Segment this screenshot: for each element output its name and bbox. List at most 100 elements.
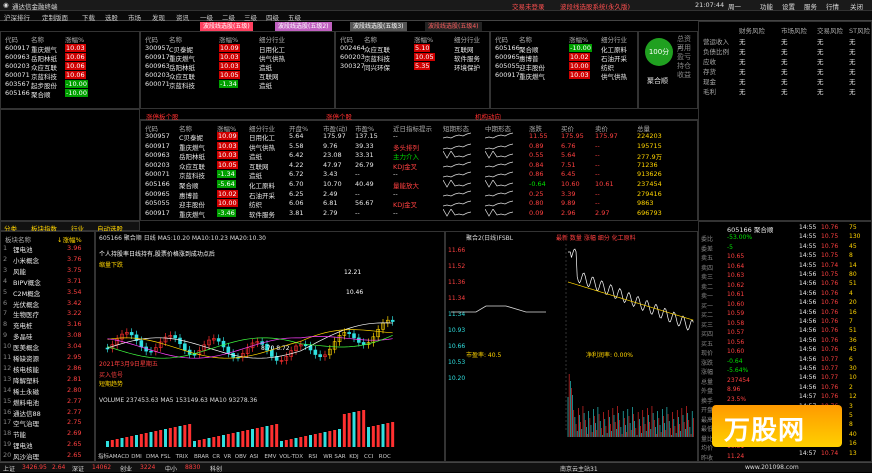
list-item[interactable]: 3 风能 3.75 [1,266,94,276]
list-item[interactable]: 14 稀土永磁 2.80 [1,385,94,396]
volume-bar [135,435,138,447]
login-status[interactable]: 交易未登录 [512,1,545,11]
table-row[interactable]: 600963 岳阳林纸 10.03 造纸 6.42 23.08 33.31 主力介入 0.55 5… [141,151,697,162]
cell: -- [393,132,398,140]
table-row[interactable]: 600917 重庆燃气 10.03 供气供热 5.58 9.76 39.33 多头排列 0.89… [141,141,697,152]
cell: -- [595,199,600,208]
candle-body [303,344,308,347]
tick-volume: 12 [849,393,857,401]
table-row[interactable]: 600917 重庆燃气 10.03 [1,44,139,54]
list-item[interactable]: 8 充电桩 3.16 [1,320,94,330]
cell: 供气供热 [249,143,275,152]
list-item[interactable]: 5 C2M概念 3.54 [1,288,94,298]
table-row[interactable]: 600071 京蓝科技 -1.34 造纸 6.72 3.43 -- -- 0.86 6.45 -- 9… [141,170,697,180]
table-row[interactable]: 600965 惠博普 10.02 石油开采 6.25 2.49 -- -- 0.25 3.39 --… [141,189,697,200]
table-row[interactable]: 600917 重庆燃气 10.03 供气供热 [491,71,637,81]
table-row[interactable]: 603567 起步股份 -10.00 [1,80,139,90]
list-item[interactable]: 2 小米概念 3.76 [1,255,94,265]
industry: 环境保护 [454,64,480,72]
tick-time: 14:55 [799,224,817,231]
table-row[interactable]: 300957 C贝泰妮 10.09 日用化工 5.64 175.97 137.15 -- 11.… [141,132,697,142]
sector-name: 锂电池 [13,246,33,254]
sector-list: 板块名称 ↓涨幅% 1 锂电池 3.96 2 小米概念 3.76 3 风能 3.75 4 BIPV概念 3… [0,231,95,462]
status-item: 14062 [92,464,112,471]
sector-name: 光伏概念 [13,300,39,309]
table-row[interactable]: 600917 重庆燃气 -3.46 软件服务 3.81 2.79 -- -- 0.09 2.96 2… [141,208,697,219]
list-item[interactable]: 20 风沙治理 2.65 [1,451,94,461]
cell: -- [595,189,600,198]
cell: 11.55 [529,132,548,140]
price-mid: 10.46 [346,289,363,296]
table-row[interactable]: 605166 聚合顺 -5.64 化工原料 6.70 10.70 40.49 量能放大 -0.6… [141,180,697,190]
cell: 3.81 [289,208,304,217]
tab-3[interactable]: 波段线选股(五级3) [350,22,407,31]
price-axis-label: 10.53 [448,359,465,366]
table-row[interactable]: 605055 迎丰股份 10.00 纺织 [491,62,637,72]
cell: 造纸 [249,153,262,162]
table-row[interactable]: 600203 众应互联 10.05 互联网 4.22 47.97 26.79 KDJ金叉 0.8… [141,160,697,171]
list-item[interactable]: 12 核电核能 2.86 [1,364,94,374]
tick-time: 14:56 [799,318,817,325]
ob-label: 委差 [701,245,714,253]
tick-price: 10.76 [821,242,839,250]
cell: 互联网 [249,162,269,171]
table-row[interactable]: 600203 众应互联 10.05 互联网 [141,71,334,81]
ctrl-close[interactable]: 关闭 [850,1,863,11]
window-title: 通达信金融终端 [12,3,58,11]
list-item[interactable]: 15 燃料电池 2.77 [1,397,94,407]
table-row[interactable]: 300957 C贝泰妮 10.09 日用化工 [141,44,334,54]
table-row[interactable]: 600963 岳阳林纸 10.06 [1,53,139,63]
tick-time: 14:56 [799,383,817,391]
table-row[interactable]: 600071 京蓝科技 10.06 [1,71,139,81]
table-row[interactable]: 605055 迎丰股份 10.00 纺织 6.06 6.81 56.67 KDJ金叉 0.80 9… [141,199,697,209]
table-row[interactable]: 605166 聚合顺 -10.00 [1,89,139,99]
list-item[interactable]: 4 BIPV概念 3.71 [1,276,94,287]
volume-bar [236,432,240,447]
table-row[interactable]: 300327 同兴环保 5.35 环境保护 [336,62,489,72]
table-row[interactable]: 600917 重庆燃气 10.03 供气供热 [141,53,334,63]
tab-4[interactable]: 波段线选股(五级4) [425,22,482,31]
list-item[interactable]: 18 节能 2.69 [1,429,94,439]
stock-code: 002464 [340,44,365,52]
cell: 600963 [145,151,170,160]
list-item[interactable]: 6 光伏概念 3.42 [1,299,94,309]
sector-change: 3.04 [67,342,82,351]
ctrl-service[interactable]: 服务 [804,1,817,11]
ctrl-market[interactable]: 行情 [826,1,839,11]
list-item[interactable]: 7 生物医疗 3.22 [1,309,94,319]
list-item[interactable]: 13 降解塑料 2.81 [1,375,94,385]
sector-name: 燃料电池 [13,398,39,407]
risk-cell: 无 [849,48,856,56]
list-item[interactable]: 1 锂电池 3.96 [1,244,94,254]
ctrl-settings[interactable]: 设置 [782,1,795,11]
table-row[interactable]: 600203 众应互联 10.06 [1,62,139,72]
cell: 重庆燃气 [179,210,205,219]
list-item[interactable]: 10 医美概念 3.04 [1,342,94,352]
tick-time: 14:56 [799,271,817,278]
tab-1[interactable]: 波段线选股(五级) [200,22,253,31]
list-item[interactable]: 11 稀缺资源 2.95 [1,353,94,363]
candle-body [139,340,144,348]
list-item[interactable]: 17 空气治理 2.75 [1,418,94,428]
cell: 10.03 [217,151,238,160]
risk-cell: 无 [739,38,746,46]
table-row[interactable]: 600203 京蓝科技 10.05 软件服务 [336,53,489,63]
column-header: 细分行业 [601,36,627,44]
ctrl-function[interactable]: 功能 [760,1,773,11]
ob-value: 10.57 [727,329,745,336]
list-item[interactable]: 9 多晶硅 3.08 [1,331,94,341]
list-item[interactable]: 16 通达信88 2.77 [1,407,94,418]
table-row[interactable]: 002464 众应互联 5.10 互联网 [336,44,489,54]
table-row[interactable]: 600963 岳阳林纸 10.03 造纸 [141,62,334,72]
sector-change: 3.71 [67,276,82,285]
change-badge: 10.05 [219,71,240,79]
sector-change: 2.80 [67,385,82,394]
tab-2[interactable]: 波段线选股(五级2) [275,22,332,31]
tick-price: 10.76 [821,280,839,288]
list-item[interactable]: 19 锂电池 2.65 [1,440,94,450]
table-row[interactable]: 600965 惠博普 10.02 石油开采 [491,53,637,63]
table-row[interactable]: 600071 京蓝科技 -1.34 造纸 [141,80,334,90]
row-index: 16 [3,407,12,416]
sector-change: 2.95 [67,353,82,361]
table-row[interactable]: 605166 聚合顺 -10.00 化工原料 [491,44,637,54]
